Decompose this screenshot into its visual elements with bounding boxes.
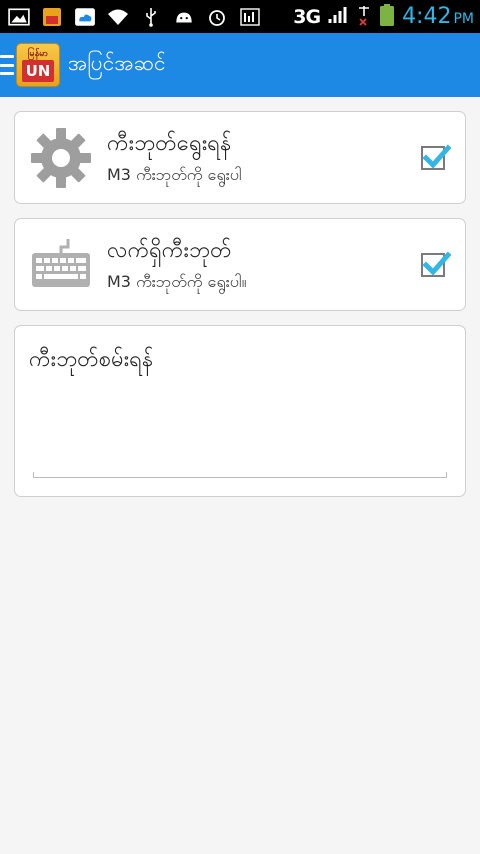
action-bar: မြန်မာ UN အပြင်အဆင် bbox=[0, 33, 480, 97]
cellular-signal-icon bbox=[328, 6, 348, 28]
test-keyboard-label: ကီးဘုတ်စမ်းရန် bbox=[29, 347, 154, 372]
check-icon bbox=[422, 143, 451, 169]
app-logo[interactable]: မြန်မာ UN bbox=[16, 43, 60, 87]
app-logo-text: မြန်မာ bbox=[27, 48, 49, 59]
clock: 4:42 PM bbox=[402, 4, 474, 29]
setting-subtitle: M3 ကီးဘုတ်ကို ရွေးပါ bbox=[107, 164, 242, 184]
check-icon bbox=[422, 250, 451, 276]
clock-time: 4:42 bbox=[402, 4, 452, 29]
status-bar: 3G 4:42 PM bbox=[0, 0, 480, 33]
gallery-icon bbox=[6, 6, 32, 28]
test-keyboard-card: ကီးဘုတ်စမ်းရန် bbox=[14, 325, 466, 497]
usb-icon bbox=[138, 6, 164, 28]
app-notification-icon bbox=[39, 6, 65, 28]
gear-icon bbox=[15, 112, 107, 203]
battery-icon bbox=[380, 3, 395, 30]
cloud-icon bbox=[72, 6, 98, 28]
app-logo-badge: UN bbox=[22, 59, 54, 82]
wifi-icon bbox=[105, 6, 131, 28]
signal-strength-icon bbox=[237, 6, 263, 28]
setting-subtitle: M3 ကီးဘုတ်ကို ရွေးပါ။ bbox=[107, 271, 247, 291]
setting-title: ကီးဘုတ်ရွေးရန် bbox=[107, 130, 232, 156]
current-keyboard-checkbox[interactable] bbox=[421, 250, 451, 277]
setting-current-keyboard[interactable]: လက်ရှိကီးဘုတ် M3 ကီးဘုတ်ကို ရွေးပါ။ bbox=[14, 218, 466, 311]
android-debug-icon bbox=[171, 6, 197, 28]
setting-choose-keyboard[interactable]: ကီးဘုတ်ရွေးရန် M3 ကီးဘုတ်ကို ရွေးပါ bbox=[14, 111, 466, 204]
menu-icon[interactable] bbox=[0, 55, 14, 75]
test-keyboard-input[interactable] bbox=[33, 472, 447, 478]
keyboard-icon bbox=[15, 219, 107, 310]
alarm-icon bbox=[204, 6, 230, 28]
network-type: 3G bbox=[293, 5, 321, 28]
page-title: အပြင်အဆင် bbox=[68, 50, 166, 75]
setting-title: လက်ရှိကီးဘုတ် bbox=[107, 237, 232, 263]
clock-ampm: PM bbox=[453, 11, 474, 27]
no-sim-icon bbox=[356, 4, 372, 30]
choose-keyboard-checkbox[interactable] bbox=[421, 143, 451, 170]
